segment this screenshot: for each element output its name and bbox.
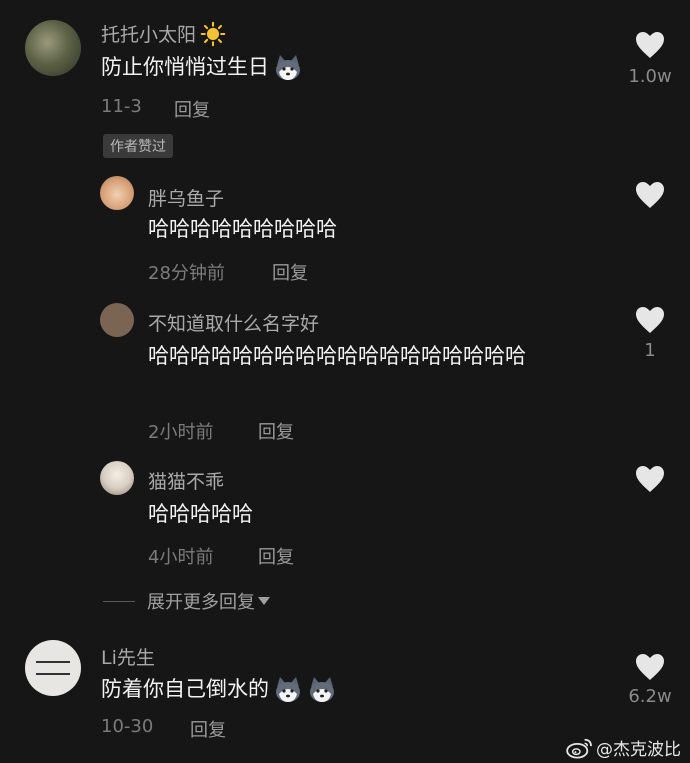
comment-username[interactable]: 托托小太阳 bbox=[101, 20, 196, 47]
reply-text: 哈哈哈哈哈哈哈哈哈哈哈哈哈哈哈哈哈哈 bbox=[148, 344, 526, 368]
reply-avatar[interactable] bbox=[100, 303, 134, 337]
expand-more-replies[interactable]: 展开更多回复 bbox=[147, 588, 255, 614]
expand-replies-row[interactable]: 展开更多回复 bbox=[103, 588, 270, 614]
like-count: 1.0w bbox=[628, 66, 672, 87]
heart-icon[interactable] bbox=[634, 305, 666, 335]
sun-icon bbox=[200, 21, 226, 46]
comment-avatar[interactable] bbox=[25, 640, 81, 696]
reply-button[interactable]: 回复 bbox=[190, 716, 226, 742]
reply-time: 2小时前 bbox=[148, 422, 214, 443]
caret-down-icon bbox=[258, 597, 270, 605]
husky-emoji-icon bbox=[310, 676, 334, 702]
comment-text: 防止你悄悄过生日 bbox=[101, 55, 269, 79]
comment-date: 10-30 bbox=[101, 716, 154, 737]
watermark: @杰克波比 bbox=[566, 735, 681, 760]
weibo-logo-icon bbox=[566, 738, 592, 759]
reply-time: 4小时前 bbox=[148, 547, 214, 568]
comment-avatar[interactable] bbox=[25, 20, 81, 76]
reply-button[interactable]: 回复 bbox=[174, 96, 210, 122]
reply-text: 哈哈哈哈哈哈哈哈哈 bbox=[148, 217, 337, 241]
reply-avatar[interactable] bbox=[100, 176, 134, 210]
husky-emoji-icon bbox=[276, 676, 300, 702]
reply-button[interactable]: 回复 bbox=[258, 543, 294, 569]
reply-text: 哈哈哈哈哈 bbox=[148, 502, 253, 526]
like-count: 1 bbox=[644, 340, 656, 361]
reply-username[interactable]: 胖乌鱼子 bbox=[148, 184, 224, 211]
like-count: 6.2w bbox=[628, 686, 672, 707]
comment-username[interactable]: Li先生 bbox=[101, 643, 155, 670]
heart-icon[interactable] bbox=[634, 652, 666, 682]
heart-icon[interactable] bbox=[634, 464, 666, 494]
watermark-text: @杰克波比 bbox=[596, 740, 681, 760]
reply-username[interactable]: 不知道取什么名字好 bbox=[148, 309, 319, 336]
comment-text-row: 防着你自己倒水的 bbox=[101, 674, 337, 705]
reply-time: 28分钟前 bbox=[148, 263, 225, 284]
comment-text: 防着你自己倒水的 bbox=[101, 677, 269, 701]
author-liked-badge: 作者赞过 bbox=[103, 134, 173, 158]
reply-username[interactable]: 猫猫不乖 bbox=[148, 467, 224, 494]
comment-header: 托托小太阳 bbox=[101, 20, 226, 47]
heart-icon[interactable] bbox=[634, 180, 666, 210]
comment-text-row: 防止你悄悄过生日 bbox=[101, 52, 303, 83]
heart-icon[interactable] bbox=[634, 30, 666, 60]
reply-button[interactable]: 回复 bbox=[258, 418, 294, 444]
husky-emoji-icon bbox=[276, 54, 300, 80]
divider-line bbox=[103, 600, 135, 602]
reply-button[interactable]: 回复 bbox=[272, 259, 308, 285]
comment-date: 11-3 bbox=[101, 96, 142, 117]
avatar-logo-mark bbox=[36, 661, 70, 675]
reply-avatar[interactable] bbox=[100, 461, 134, 495]
